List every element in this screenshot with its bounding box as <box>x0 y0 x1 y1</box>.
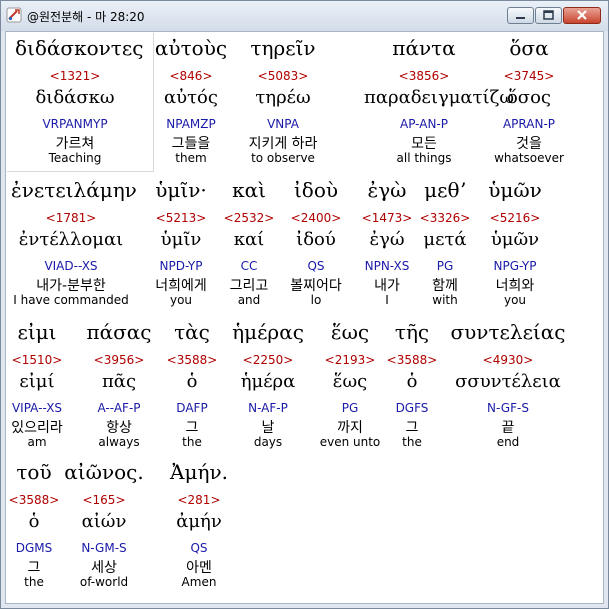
word-cell[interactable]: αὐτοὺς <846> αὐτός NPAMZP 그들을 them <box>151 36 231 170</box>
english-gloss: to observe <box>251 151 315 165</box>
english-gloss: you <box>503 293 527 307</box>
english-gloss: end <box>496 435 520 449</box>
word-cell[interactable]: ὑμῶν <5216> ὑμῶν NPG-YP 너희와 you <box>475 178 555 312</box>
word-cell[interactable]: τῆς <3588> ὁ DGFS 그 the <box>372 320 452 454</box>
parsing-code: QS <box>190 541 208 555</box>
korean-gloss: 끝 <box>501 420 515 436</box>
greek-word: ὑμῶν <box>488 178 542 202</box>
strong-number: <3745> <box>503 69 555 83</box>
window-title: @원전분해 - 마 28:20 <box>27 10 145 24</box>
greek-word: ἐνετειλάμην <box>11 178 137 202</box>
greek-word: τηρεῖν <box>250 36 316 60</box>
parsing-code: VIAD--XS <box>44 259 98 273</box>
strong-number: <1781> <box>45 211 97 225</box>
korean-gloss: 지키게 하라 <box>248 136 318 152</box>
parsing-code: APRAN-P <box>502 117 556 131</box>
word-cell[interactable]: τηρεῖν <5083> τηρέω VNPA 지키게 하라 to observe <box>243 36 323 170</box>
lemma: παραδειγματίζω <box>364 87 515 108</box>
app-icon[interactable] <box>6 7 22 23</box>
lemma: ὅσος <box>506 87 552 108</box>
word-cell[interactable]: ὅσα <3745> ὅσος APRAN-P 것을 whatsoever <box>489 36 569 170</box>
close-button[interactable] <box>563 7 601 24</box>
word-cell[interactable]: πάντα <3856> παραδειγματίζω AP-AN-P 모든 all th… <box>364 36 514 170</box>
word-cell[interactable]: συντελείας <4930> σσυντέλεια N-GF-S 끝 end <box>451 320 566 454</box>
word-cell[interactable]: διδάσκοντες <1321> διδάσκω VRPANMYP 가르쳐 Teach… <box>15 36 143 170</box>
greek-word: πάντα <box>392 36 456 60</box>
strong-number: <5083> <box>257 69 309 83</box>
greek-word: διδάσκοντες <box>15 36 144 60</box>
maximize-button[interactable] <box>535 7 562 24</box>
korean-gloss: 것을 <box>516 136 542 152</box>
parsing-code: VNPA <box>267 117 299 131</box>
minimize-icon <box>516 17 525 19</box>
strong-number: <1321> <box>49 69 101 83</box>
parsing-code: AP-AN-P <box>400 117 448 131</box>
english-gloss: whatsoever <box>494 151 564 165</box>
parsing-code: N-GF-S <box>487 401 529 415</box>
word-cell[interactable]: ἐνετειλάμην <1781> ἐντέλλομαι VIAD--XS 내가-분부… <box>11 178 137 312</box>
word-cell[interactable]: αἰῶνος. <165> αἰών N-GM-S 세상 of-world <box>64 460 144 594</box>
strong-number: <3856> <box>398 69 450 83</box>
greek-word: Ἀμήν. <box>170 460 228 484</box>
korean-gloss: 너희와 <box>495 278 535 294</box>
lemma: ὑμῶν <box>490 229 540 250</box>
lemma: σσυντέλεια <box>455 371 561 392</box>
korean-gloss: 가르쳐 <box>55 136 95 152</box>
korean-gloss: 내가-분부한 <box>36 278 106 294</box>
english-gloss: I have commanded <box>13 293 129 307</box>
strong-number: <5216> <box>489 211 541 225</box>
close-icon <box>577 10 587 20</box>
lemma: τηρέω <box>255 87 311 108</box>
greek-word: συντελείας <box>450 320 566 344</box>
korean-gloss: 모든 <box>411 136 437 152</box>
lemma: διδάσκω <box>35 87 115 108</box>
strong-number: <4930> <box>482 353 534 367</box>
parsing-code: VRPANMYP <box>42 117 108 131</box>
korean-gloss: 아멘 <box>186 560 212 576</box>
english-gloss: Teaching <box>48 151 102 165</box>
english-gloss: Amen <box>181 575 217 589</box>
app-window: @원전분해 - 마 28:20 διδάσκοντες <1321> διδάσκω… <box>0 0 609 609</box>
title-bar[interactable]: @원전분해 - 마 28:20 <box>1 1 608 31</box>
minimize-button[interactable] <box>507 7 534 24</box>
word-cell[interactable]: Ἀμήν. <281> ἀμήν QS 아멘 Amen <box>159 460 239 594</box>
english-gloss: all things <box>396 151 452 165</box>
parsing-code: NPG-YP <box>493 259 537 273</box>
strong-number: <281> <box>177 493 221 507</box>
greek-word: ὅσα <box>509 36 549 60</box>
analysis-panel[interactable]: διδάσκοντες <1321> διδάσκω VRPANMYP 가르쳐 Teach… <box>5 31 604 604</box>
maximize-icon <box>543 10 554 20</box>
lemma: ἀμήν <box>176 511 222 532</box>
lemma: ἐντέλλομαι <box>18 229 124 250</box>
